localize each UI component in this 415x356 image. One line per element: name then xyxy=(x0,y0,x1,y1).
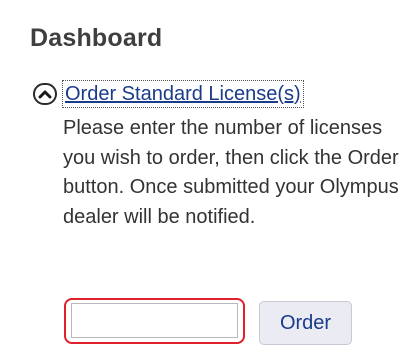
collapse-toggle-button[interactable] xyxy=(33,83,57,105)
order-standard-licenses-link[interactable]: Order Standard License(s) xyxy=(62,80,304,108)
chevron-up-icon xyxy=(38,90,52,99)
order-instructions-text: Please enter the number of licenses you … xyxy=(63,117,399,228)
order-button[interactable]: Order xyxy=(259,301,352,345)
dashboard-panel: Dashboard Order Standard License(s) Plea… xyxy=(0,0,415,356)
license-quantity-input[interactable] xyxy=(64,298,245,344)
section-header: Order Standard License(s) xyxy=(33,80,304,108)
page-title: Dashboard xyxy=(30,24,163,52)
